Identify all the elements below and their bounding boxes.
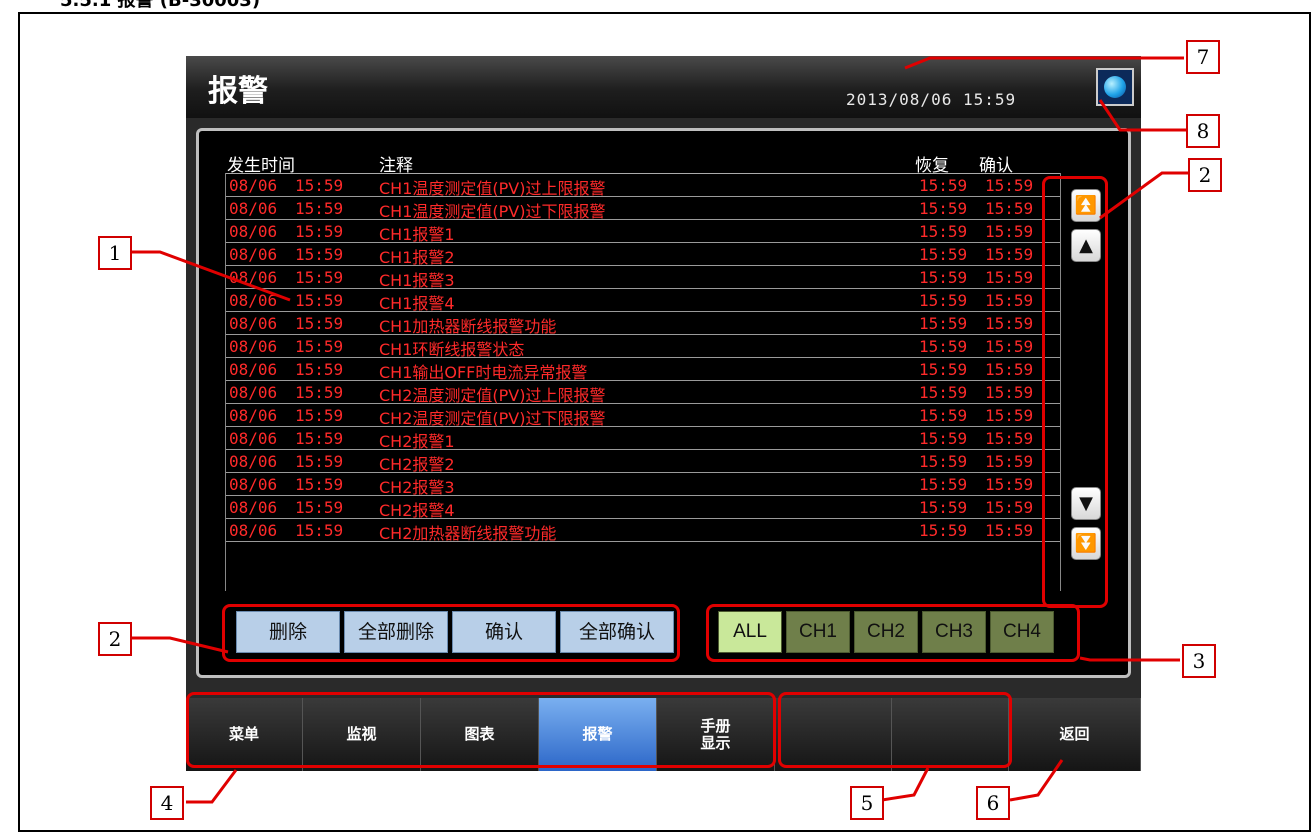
callout-6: 6: [976, 786, 1010, 820]
callout-3: 3: [1182, 644, 1216, 678]
callout-8: 8: [1186, 114, 1220, 148]
callout-2-left: 2: [98, 622, 132, 656]
callout-4: 4: [150, 786, 184, 820]
callout-7: 7: [1186, 40, 1220, 74]
callout-2-right: 2: [1188, 158, 1222, 192]
callout-5: 5: [850, 786, 884, 820]
callout-leader-lines: [132, 56, 1188, 804]
callout-1: 1: [98, 236, 132, 270]
